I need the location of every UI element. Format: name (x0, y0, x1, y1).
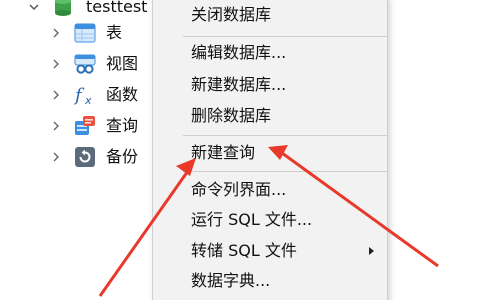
menu-item-dump-sql-file[interactable]: 转储 SQL 文件 (153, 237, 387, 265)
menu-item-label: 转储 SQL 文件 (191, 241, 297, 260)
menu-item-new-database[interactable]: 新建数据库... (153, 71, 387, 99)
menu-item-label: 新建数据库... (191, 75, 287, 94)
tree-item-functions[interactable]: f x 函数 (0, 80, 152, 110)
menu-item-label: 命令列界面... (191, 180, 287, 199)
chevron-right-icon[interactable] (50, 27, 62, 39)
tree-item-label: 函数 (106, 85, 139, 104)
function-icon: f x (73, 84, 96, 107)
menu-item-run-sql-file[interactable]: 运行 SQL 文件... (153, 206, 387, 234)
menu-item-close-database[interactable]: 关闭数据库 (153, 1, 387, 29)
menu-separator (183, 135, 387, 136)
menu-separator (183, 36, 387, 37)
menu-separator (183, 171, 387, 172)
database-icon (52, 0, 74, 18)
svg-text:x: x (84, 94, 92, 106)
chevron-right-icon[interactable] (50, 58, 62, 70)
chevron-right-icon[interactable] (50, 89, 62, 101)
query-icon (74, 115, 96, 137)
tree-item-label: 表 (106, 23, 123, 42)
tree-item-views[interactable]: 视图 (0, 49, 152, 79)
menu-item-label: 编辑数据库... (191, 43, 287, 62)
backup-icon (74, 146, 96, 168)
tree-item-label: 备份 (106, 147, 139, 166)
chevron-down-icon[interactable] (28, 1, 40, 13)
chevron-right-icon[interactable] (50, 151, 62, 163)
menu-item-new-query[interactable]: 新建查询 (153, 139, 387, 167)
submenu-arrow-icon (369, 247, 374, 255)
tree-item-tables[interactable]: 表 (0, 18, 152, 48)
view-icon (74, 53, 96, 75)
table-icon (74, 22, 96, 44)
menu-item-label: 新建查询 (191, 143, 256, 162)
menu-item-label: 关闭数据库 (191, 5, 272, 24)
menu-item-label: 运行 SQL 文件... (191, 210, 313, 229)
svg-text:f: f (74, 85, 85, 106)
chevron-right-icon[interactable] (50, 120, 62, 132)
tree-item-backups[interactable]: 备份 (0, 142, 152, 172)
tree-item-label: 查询 (106, 116, 139, 135)
menu-item-delete-database[interactable]: 删除数据库 (153, 102, 387, 130)
menu-item-label: 删除数据库 (191, 106, 272, 125)
tree-item-label: 视图 (106, 54, 139, 73)
menu-item-label: 数据字典... (191, 271, 271, 290)
menu-item-data-dictionary[interactable]: 数据字典... (153, 267, 387, 295)
context-menu: 关闭数据库 编辑数据库... 新建数据库... 删除数据库 新建查询 命令列界面… (152, 0, 388, 300)
menu-item-command-line[interactable]: 命令列界面... (153, 176, 387, 204)
tree-item-queries[interactable]: 查询 (0, 111, 152, 141)
menu-item-edit-database[interactable]: 编辑数据库... (153, 39, 387, 67)
database-name: testtest (86, 0, 148, 16)
